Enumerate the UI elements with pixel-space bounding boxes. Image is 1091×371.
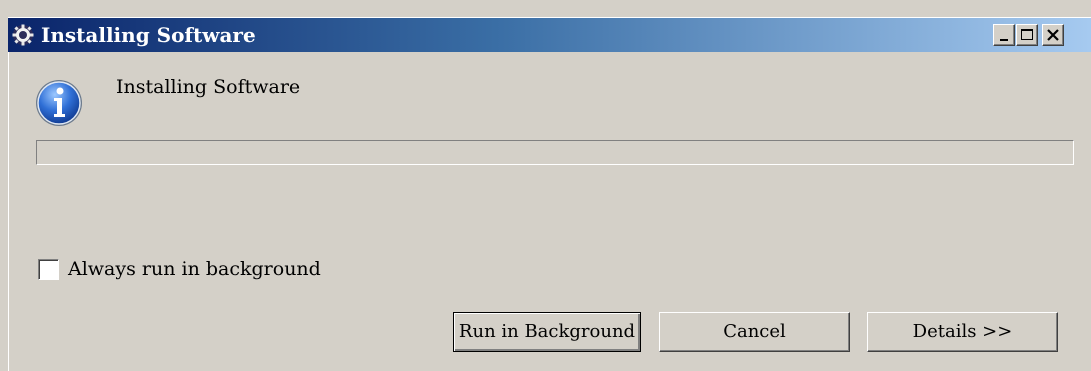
dialog-heading: Installing Software [116, 76, 301, 98]
always-run-background-checkbox[interactable] [38, 259, 59, 280]
checkbox-label[interactable]: Always run in background [68, 258, 321, 280]
details-button[interactable]: Details >> [867, 312, 1058, 352]
run-in-background-button[interactable]: Run in Background [453, 312, 641, 352]
cancel-button[interactable]: Cancel [659, 312, 850, 352]
progress-bar [36, 140, 1074, 165]
close-icon [1047, 29, 1059, 41]
info-icon [36, 80, 82, 126]
maximize-button[interactable] [1016, 24, 1038, 46]
minimize-button[interactable] [993, 24, 1015, 46]
maximize-icon [1021, 29, 1033, 40]
window-title: Installing Software [41, 23, 256, 47]
eclipse-gear-icon [12, 24, 34, 46]
title-bar[interactable]: Installing Software [8, 18, 1091, 52]
close-button[interactable] [1042, 24, 1064, 46]
minimize-icon [1000, 39, 1008, 41]
